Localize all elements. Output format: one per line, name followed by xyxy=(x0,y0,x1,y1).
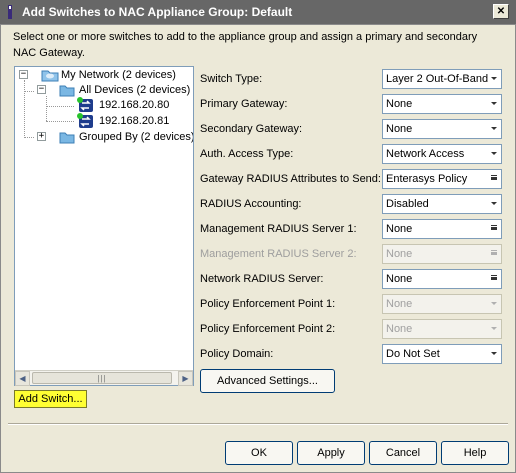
collapse-icon[interactable]: − xyxy=(19,70,28,79)
tree-connector xyxy=(24,91,34,92)
dropdown-arrow-icon xyxy=(491,152,497,155)
select-value: None xyxy=(386,223,413,235)
window-title: Add Switches to NAC Appliance Group: Def… xyxy=(22,5,293,19)
dropdown-arrow-icon xyxy=(491,327,497,330)
add-switch-button[interactable]: Add Switch... xyxy=(14,390,87,408)
select-value: None xyxy=(386,273,413,285)
network-radius-server-select[interactable]: None xyxy=(382,269,502,289)
scroll-right-button[interactable]: ▶ xyxy=(178,371,193,386)
select-value: Network Access xyxy=(386,148,465,160)
scroll-thumb[interactable]: ||| xyxy=(32,372,172,384)
scroll-left-button[interactable]: ◀ xyxy=(15,371,30,386)
tree-node-label: My Network (2 devices) xyxy=(61,69,176,81)
tree-horizontal-scrollbar[interactable]: ◀ ||| ▶ xyxy=(15,370,193,386)
dropdown-arrow-icon xyxy=(491,352,497,355)
select-value: None xyxy=(386,98,413,110)
switch-device-icon xyxy=(77,97,93,112)
instructions-text: Select one or more switches to add to th… xyxy=(13,31,478,59)
policy-domain-select[interactable]: Do Not Set xyxy=(382,344,502,364)
close-icon: ✕ xyxy=(496,5,506,17)
arrow-right-icon: ▶ xyxy=(182,374,189,383)
policy-enforcement-point-1-label: Policy Enforcement Point 1: xyxy=(200,298,336,310)
dropdown-arrow-icon xyxy=(491,77,497,80)
device-tree[interactable]: − My Network (2 devices) − All Devices (… xyxy=(14,66,194,386)
policy-enforcement-point-2-select[interactable]: None xyxy=(382,319,502,339)
management-radius-server-2-label: Management RADIUS Server 2: xyxy=(200,248,357,260)
network-radius-server-label: Network RADIUS Server: xyxy=(200,273,324,285)
expand-icon[interactable]: + xyxy=(37,132,46,141)
dropdown-arrow-icon xyxy=(491,127,497,130)
management-radius-server-1-label: Management RADIUS Server 1: xyxy=(200,223,357,235)
gateway-radius-attributes-select[interactable]: Enterasys Policy xyxy=(382,169,502,189)
tree-connector xyxy=(46,106,74,107)
tree-node-label: All Devices (2 devices) xyxy=(79,84,191,96)
select-value: Enterasys Policy xyxy=(386,173,468,185)
select-value: None xyxy=(386,123,413,135)
tree-node-label: Grouped By (2 devices) xyxy=(79,131,194,143)
network-folder-icon xyxy=(41,70,59,82)
auth-access-type-select[interactable]: Network Access xyxy=(382,144,502,164)
dropdown-list-icon xyxy=(491,250,497,255)
policy-enforcement-point-1-select[interactable]: None xyxy=(382,294,502,314)
dropdown-arrow-icon xyxy=(491,102,497,105)
arrow-left-icon: ◀ xyxy=(19,374,26,383)
dropdown-list-icon xyxy=(491,225,497,230)
primary-gateway-label: Primary Gateway: xyxy=(200,98,288,110)
policy-enforcement-point-2-label: Policy Enforcement Point 2: xyxy=(200,323,336,335)
select-value: Layer 2 Out-Of-Band xyxy=(386,73,489,85)
dropdown-arrow-icon xyxy=(491,202,497,205)
ok-button[interactable]: OK xyxy=(225,441,293,465)
divider xyxy=(8,423,508,425)
dropdown-list-icon xyxy=(491,275,497,280)
management-radius-server-1-select[interactable]: None xyxy=(382,219,502,239)
policy-domain-label: Policy Domain: xyxy=(200,348,274,360)
advanced-settings-button[interactable]: Advanced Settings... xyxy=(200,369,335,393)
select-value: None xyxy=(386,248,413,260)
apply-button[interactable]: Apply xyxy=(297,441,365,465)
select-value: Disabled xyxy=(386,198,429,210)
switch-type-select[interactable]: Layer 2 Out-Of-Band xyxy=(382,69,502,89)
select-value: None xyxy=(386,298,413,310)
collapse-icon[interactable]: − xyxy=(37,85,46,94)
management-radius-server-2-select[interactable]: None xyxy=(382,244,502,264)
switch-device-icon xyxy=(77,113,93,128)
close-button[interactable]: ✕ xyxy=(493,4,509,19)
tree-connector xyxy=(46,121,74,122)
secondary-gateway-select[interactable]: None xyxy=(382,119,502,139)
secondary-gateway-label: Secondary Gateway: xyxy=(200,123,303,135)
grip-icon: ||| xyxy=(97,373,107,383)
dropdown-arrow-icon xyxy=(491,302,497,305)
folder-icon xyxy=(59,132,75,144)
help-button[interactable]: Help xyxy=(441,441,509,465)
primary-gateway-select[interactable]: None xyxy=(382,94,502,114)
gateway-radius-attributes-label: Gateway RADIUS Attributes to Send: xyxy=(200,173,381,185)
app-icon xyxy=(8,5,12,19)
device-ip-label: 192.168.20.80 xyxy=(99,99,170,111)
auth-access-type-label: Auth. Access Type: xyxy=(200,148,294,160)
device-ip-label: 192.168.20.81 xyxy=(99,115,170,127)
tree-connector xyxy=(46,96,47,121)
switch-type-label: Switch Type: xyxy=(200,73,263,85)
title-bar: Add Switches to NAC Appliance Group: Def… xyxy=(0,0,516,24)
tree-connector xyxy=(24,80,25,138)
folder-icon xyxy=(59,85,75,97)
radius-accounting-label: RADIUS Accounting: xyxy=(200,198,302,210)
select-value: Do Not Set xyxy=(386,348,440,360)
cancel-button[interactable]: Cancel xyxy=(369,441,437,465)
tree-connector xyxy=(24,137,34,138)
radius-accounting-select[interactable]: Disabled xyxy=(382,194,502,214)
dropdown-list-icon xyxy=(491,175,497,180)
select-value: None xyxy=(386,323,413,335)
